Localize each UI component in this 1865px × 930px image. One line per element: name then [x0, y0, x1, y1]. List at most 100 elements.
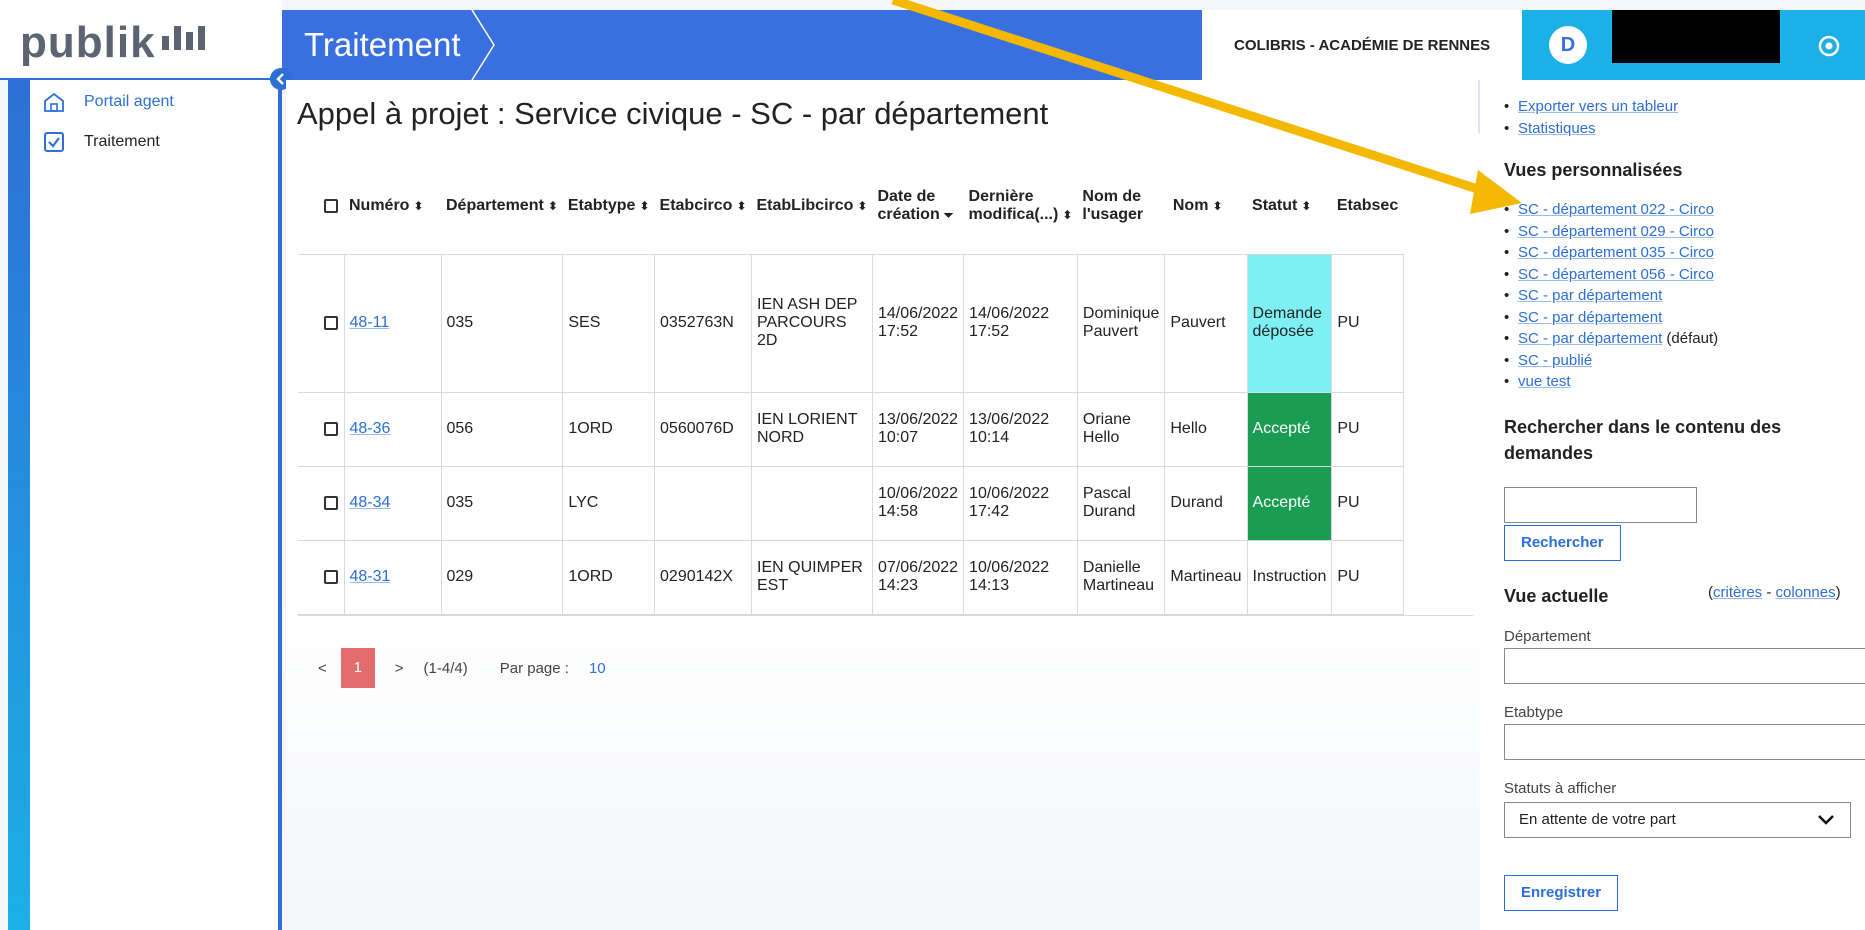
row-checkbox[interactable] — [324, 421, 338, 436]
house-icon — [44, 92, 64, 112]
select-all-header[interactable] — [298, 158, 344, 254]
row-select-cell[interactable] — [298, 391, 345, 467]
list-item: Exporter vers un tableur — [1480, 96, 1678, 118]
view-link[interactable]: SC - département 035 - Circo — [1518, 244, 1714, 261]
cell-date-creation: 13/06/2022 10:07 — [871, 391, 965, 467]
row-select-cell[interactable] — [298, 539, 345, 615]
cell-numero[interactable]: 48-11 — [343, 253, 442, 393]
select-all-checkbox[interactable] — [324, 198, 338, 213]
cell-date: 07/06/2022 — [877, 559, 959, 576]
list-item: SC - par département — [1480, 307, 1718, 329]
cell-line2: PARCOURS 2D — [757, 314, 847, 349]
cell-nom-usager: Pascal Durand — [1076, 465, 1166, 541]
pager-prev[interactable]: < — [318, 660, 327, 677]
view-link[interactable]: SC - par département — [1518, 287, 1662, 304]
action-links: Exporter vers un tableur Statistiques — [1480, 96, 1678, 139]
list-item: SC - département 035 - Circo — [1480, 242, 1718, 264]
view-link[interactable]: SC - département 029 - Circo — [1518, 223, 1714, 240]
statuts-selected-value: En attente de votre part — [1519, 811, 1676, 828]
departement-field[interactable] — [1504, 648, 1865, 684]
row-select-cell[interactable] — [298, 253, 345, 393]
column-label: Statut — [1252, 196, 1298, 214]
cell-etabcirco: 0560076D — [654, 391, 752, 467]
row-checkbox[interactable] — [324, 315, 338, 330]
cell-line2: Pauvert — [1082, 323, 1139, 340]
cell-nom-usager: Dominique Pauvert — [1076, 253, 1166, 393]
table-row[interactable]: 48-11 035 SES 0352763N IEN ASH DEP PARCOU… — [298, 253, 1404, 393]
nav-item-portail-agent[interactable]: Portail agent — [42, 90, 174, 114]
etabtype-field[interactable] — [1504, 724, 1865, 760]
cell-etabtype: SES — [562, 253, 656, 393]
request-link[interactable]: 48-34 — [350, 494, 391, 511]
row-checkbox[interactable] — [324, 569, 338, 584]
statistics-link[interactable]: Statistiques — [1518, 120, 1596, 137]
nav-item-traitement[interactable]: Traitement — [42, 130, 160, 154]
checkbox-icon — [44, 132, 64, 152]
cell-etabsec: PU — [1331, 465, 1404, 541]
cell-derniere-modification: 10/06/2022 14:13 — [963, 539, 1078, 615]
sort-desc-icon: ⏷ — [943, 207, 954, 222]
cell-derniere-modification: 13/06/2022 10:14 — [963, 391, 1078, 467]
view-link[interactable]: vue test — [1518, 373, 1571, 390]
column-label-line2: l'usager — [1082, 205, 1144, 223]
column-label-line1: Dernière — [968, 187, 1034, 205]
column-header-statut[interactable]: Statut ⬍ — [1247, 158, 1332, 254]
cell-derniere-modification: 14/06/2022 17:52 — [963, 253, 1078, 393]
save-button[interactable]: Enregistrer — [1504, 875, 1619, 911]
column-header-nom[interactable]: Nom ⬍ — [1164, 158, 1248, 254]
column-header-date-creation[interactable]: Date de création ⏷ — [872, 158, 964, 254]
user-avatar[interactable]: D — [1549, 26, 1587, 64]
column-header-etablibcirco[interactable]: EtabLibcirco ⬍ — [751, 158, 873, 254]
row-select-cell[interactable] — [298, 465, 345, 541]
column-header-nom-usager[interactable]: Nom de l'usager — [1077, 158, 1165, 254]
column-header-etabcirco[interactable]: Etabcirco ⬍ — [654, 158, 752, 254]
column-header-etabtype[interactable]: Etabtype ⬍ — [562, 158, 655, 254]
cell-numero[interactable]: 48-34 — [343, 465, 442, 541]
request-link[interactable]: 48-11 — [350, 314, 390, 331]
publik-logo[interactable]: publik — [20, 18, 156, 68]
cell-numero[interactable]: 48-36 — [343, 391, 442, 467]
table-row[interactable]: 48-31 029 1ORD 0290142X IEN QUIMPER EST 0… — [298, 539, 1404, 615]
per-page-value[interactable]: 10 — [589, 660, 606, 677]
view-link[interactable]: SC - département 022 - Circo — [1518, 201, 1714, 218]
columns-link[interactable]: colonnes — [1776, 584, 1836, 601]
search-button[interactable]: Rechercher — [1504, 525, 1621, 561]
view-link[interactable]: SC - par département — [1518, 330, 1662, 347]
column-label: Département — [446, 196, 544, 214]
cell-time: 17:42 — [969, 503, 1010, 520]
cell-date: 13/06/2022 — [877, 411, 959, 428]
search-input[interactable] — [1504, 487, 1697, 523]
sort-icon: ⬍ — [413, 198, 424, 213]
custom-views-list: SC - département 022 - Circo SC - départ… — [1480, 199, 1718, 393]
table-row[interactable]: 48-36 056 1ORD 0560076D IEN LORIENT NORD … — [298, 391, 1404, 467]
cell-line1: Pascal — [1082, 485, 1131, 502]
request-link[interactable]: 48-31 — [350, 568, 391, 585]
default-suffix: (défaut) — [1666, 330, 1719, 347]
user-area: D — [1522, 10, 1865, 80]
column-label: Etabcirco — [659, 196, 733, 214]
request-link[interactable]: 48-36 — [350, 420, 391, 437]
views-heading: Vues personnalisées — [1504, 160, 1683, 180]
cell-line1: Dominique — [1082, 305, 1160, 322]
export-link[interactable]: Exporter vers un tableur — [1518, 98, 1678, 115]
criteria-link[interactable]: critères — [1713, 584, 1762, 601]
view-link[interactable]: SC - département 056 - Circo — [1518, 266, 1714, 283]
page-title: Traitement — [304, 26, 461, 63]
statuts-select[interactable]: En attente de votre part — [1504, 802, 1851, 838]
cell-numero[interactable]: 48-31 — [343, 539, 442, 615]
column-header-etabsec[interactable]: Etabsec — [1331, 158, 1404, 254]
table-row[interactable]: 48-34 035 LYC 10/06/2022 14:58 10/06/2022… — [298, 465, 1404, 541]
view-link[interactable]: SC - publié — [1518, 352, 1592, 369]
view-link[interactable]: SC - par département — [1518, 309, 1662, 326]
pager-next[interactable]: > — [395, 660, 404, 677]
pager-current-page[interactable]: 1 — [340, 648, 375, 688]
column-header-departement[interactable]: Département ⬍ — [441, 158, 563, 254]
column-header-derniere-modification[interactable]: Dernière modifica(...) ⬍ — [963, 158, 1078, 254]
cell-line1: Danielle — [1082, 559, 1141, 576]
settings-icon[interactable] — [1817, 34, 1841, 58]
cell-nom: Hello — [1164, 391, 1248, 467]
row-checkbox[interactable] — [324, 495, 338, 510]
list-item: vue test — [1480, 371, 1718, 393]
column-header-numero[interactable]: Numéro ⬍ — [344, 158, 441, 254]
cell-time: 14:58 — [877, 503, 919, 520]
